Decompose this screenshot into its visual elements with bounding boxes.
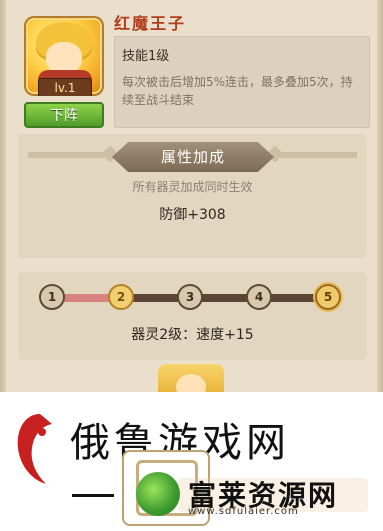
banner-decoration-right bbox=[277, 152, 357, 158]
brand-watermark: 富莱资源网 www.sdfulaier.com bbox=[136, 472, 376, 518]
watermark-line bbox=[72, 494, 114, 497]
skill-title: 技能1级 bbox=[122, 49, 170, 64]
brand-url: www.sdfulaier.com bbox=[188, 506, 299, 517]
hero-header: lv.1 下阵 红魔王子 技能1级 每次被击后增加5%连击，最多叠加5次，持续至… bbox=[14, 8, 371, 128]
level-progress: 1 2 3 4 5 器灵2级：速度+15 bbox=[18, 272, 367, 360]
attribute-subtitle: 所有器灵加成同时生效 bbox=[132, 180, 253, 194]
banner-decoration-left bbox=[28, 152, 108, 158]
level-node-1[interactable]: 1 bbox=[39, 284, 65, 310]
attribute-banner: 属性加成 bbox=[112, 142, 274, 172]
progress-label: 器灵2级：速度+15 bbox=[131, 327, 254, 343]
level-node-2[interactable]: 2 bbox=[108, 284, 134, 310]
rooster-icon bbox=[17, 414, 52, 484]
leaf-logo-icon bbox=[136, 472, 180, 516]
hero-portrait[interactable]: lv.1 bbox=[24, 16, 104, 96]
watermark-area: 俄鲁游戏网 富莱资源网 www.sdfulaier.com bbox=[0, 392, 383, 531]
hero-name: 红魔王子 bbox=[114, 14, 187, 33]
attribute-section: 属性加成 所有器灵加成同时生效 防御+308 bbox=[18, 134, 367, 258]
level-node-3[interactable]: 3 bbox=[177, 284, 203, 310]
level-node-5[interactable]: 5 bbox=[315, 284, 341, 310]
attribute-value: 防御+308 bbox=[159, 207, 226, 223]
level-node-4[interactable]: 4 bbox=[246, 284, 272, 310]
down-button[interactable]: 下阵 bbox=[24, 102, 104, 128]
game-panel: lv.1 下阵 红魔王子 技能1级 每次被击后增加5%连击，最多叠加5次，持续至… bbox=[0, 0, 383, 531]
skill-description: 每次被击后增加5%连击，最多叠加5次，持续至战斗结束 bbox=[122, 75, 353, 107]
rooster-logo bbox=[6, 404, 58, 492]
skill-box: 技能1级 每次被击后增加5%连击，最多叠加5次，持续至战斗结束 bbox=[114, 36, 370, 128]
level-badge: lv.1 bbox=[38, 78, 92, 96]
